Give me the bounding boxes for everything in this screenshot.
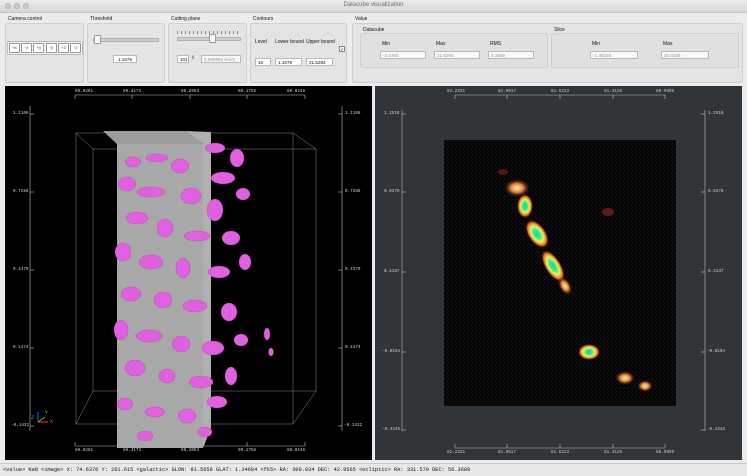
datacube-rms-field: 0.3659 [488,51,534,59]
threshold-slider-handle[interactable] [94,35,102,44]
right-bottom-tick-2: 81.5313 [551,450,570,455]
right-right-tick-2: 0.4137 [708,269,724,274]
slice-2d-view[interactable]: 82.2331 81.9017 81.5313 81.3125 80.9999 … [375,86,742,460]
threshold-slider[interactable] [93,35,159,44]
status-bar: <value> NaN <image> X: 74.6376 Y: 261.61… [0,463,747,476]
right-left-tick-1: 0.8379 [384,189,400,194]
left-right-tick-3: 0.1474 [345,345,361,350]
upper-bound-label: Upper bound [306,39,335,45]
left-bottom-tick-1: 80.4172 [123,448,142,453]
right-right-tick-0: 1.2518 [708,111,724,116]
left-right-tick-2: 0.4379 [345,267,361,272]
right-top-tick-1: 81.9017 [498,89,517,94]
threshold-label: Threshold [90,16,113,22]
lower-bound-label: Lower bound [275,39,304,45]
left-left-tick-2: 0.4379 [13,267,29,272]
right-left-tick-2: 0.4137 [384,269,400,274]
left-top-tick-3: 80.1755 [238,89,257,94]
axis-y-label: Y [45,410,49,416]
datacube-label: Datacube [363,27,385,33]
cutting-plane-slider-handle[interactable] [209,34,217,43]
right-top-tick-0: 82.2331 [447,89,466,94]
left-top-tick-4: 80.0246 [287,89,306,94]
datacube-min-label: Min [382,41,391,47]
right-top-tick-2: 81.5313 [551,89,570,94]
right-right-tick-3: -0.0104 [707,349,726,354]
left-left-tick-4: -0.1432 [11,423,30,428]
cutting-plane-group: Cutting plane [168,15,247,83]
title-bar: Datacube visualization [0,0,747,13]
slice-stepper-icon[interactable]: ⇕ [191,55,195,61]
left-right-tick-4: -0.1432 [344,423,363,428]
lower-bound-field[interactable]: 1.1676 [275,58,302,66]
camera-plus-z-button[interactable]: +z [57,43,69,53]
slice-index-field[interactable]: 101 [177,55,189,63]
axis-z-label: Z [31,415,35,421]
slice-max-field: 20.0326 [661,51,709,59]
left-bottom-tick-0: 80.8261 [75,448,94,453]
right-top-tick-4: 80.9999 [656,89,675,94]
camera-minus-y-button[interactable]: -y [45,43,57,53]
left-top-tick-1: 80.4172 [123,89,142,94]
camera-buttons: +x -x +y -y +z -z [7,41,83,55]
value-label: Value [355,16,368,22]
volume-3d-view[interactable]: 80.8261 80.4172 80.2063 80.1755 80.0246 … [5,86,372,460]
slice-max-label: Max [663,41,673,47]
cutting-plane-label: Cutting plane [171,16,201,22]
right-bottom-tick-0: 82.2331 [447,450,466,455]
slice-label: Slice [554,27,565,33]
right-right-tick-4: -0.4345 [707,427,726,432]
right-bottom-tick-1: 81.9017 [498,450,517,455]
datacube-max-field: 21.5284 [434,51,480,59]
upper-bound-field[interactable]: 21.5284 [306,58,333,66]
level-label: Level [255,39,267,45]
left-left-tick-0: 1.1106 [13,111,29,116]
left-left-tick-3: 0.1474 [13,345,29,350]
right-bottom-tick-3: 81.3125 [604,450,623,455]
cutting-plane-slider[interactable] [177,34,241,43]
left-left-tick-1: 0.7286 [13,189,29,194]
level-field[interactable]: 15 [255,58,271,66]
datacube-rms-label: RMS [490,41,502,47]
axis-x-label: X [50,419,54,425]
camera-plus-x-button[interactable]: +x [8,43,20,53]
right-left-tick-0: 1.2518 [384,111,400,116]
left-bottom-tick-3: 80.1755 [238,448,257,453]
threshold-group: Threshold [87,15,165,83]
left-bottom-tick-4: 80.0246 [287,448,306,453]
slice-min-field: -1.39236 [590,51,638,59]
velocity-field[interactable]: 0.665855 Km/s [201,55,241,63]
datacube-max-label: Max [436,41,446,47]
slice-frame [551,33,739,68]
left-top-tick-0: 80.8261 [75,89,94,94]
camera-control-label: Camera control [8,16,43,22]
right-left-tick-4: -0.4345 [382,427,401,432]
window-title: Datacube visualization [343,2,404,8]
camera-minus-x-button[interactable]: -x [20,43,32,53]
left-bottom-tick-2: 80.2063 [181,448,200,453]
cutting-plane-ticks [177,31,239,34]
camera-minus-z-button[interactable]: -z [70,43,82,53]
volume-3d-canvas[interactable] [5,86,372,460]
slice-2d-canvas[interactable] [375,86,742,460]
datacube-min-field: -2.1382 [380,51,426,59]
right-top-tick-3: 81.3125 [604,89,623,94]
left-top-tick-2: 80.2063 [181,89,200,94]
right-bottom-tick-4: 80.9999 [656,450,675,455]
camera-plus-y-button[interactable]: +y [33,43,45,53]
contours-enable-checkbox[interactable]: ✓ [339,46,345,53]
right-right-tick-1: 0.8378 [708,189,724,194]
contours-group: Contours [250,15,347,83]
threshold-value-field[interactable]: 1.1676 [113,55,137,63]
left-right-tick-0: 1.1106 [345,111,361,116]
left-right-tick-1: 0.7286 [345,189,361,194]
right-left-tick-3: -0.0104 [382,349,401,354]
slice-min-label: Min [592,41,601,47]
contours-label: Contours [253,16,274,22]
